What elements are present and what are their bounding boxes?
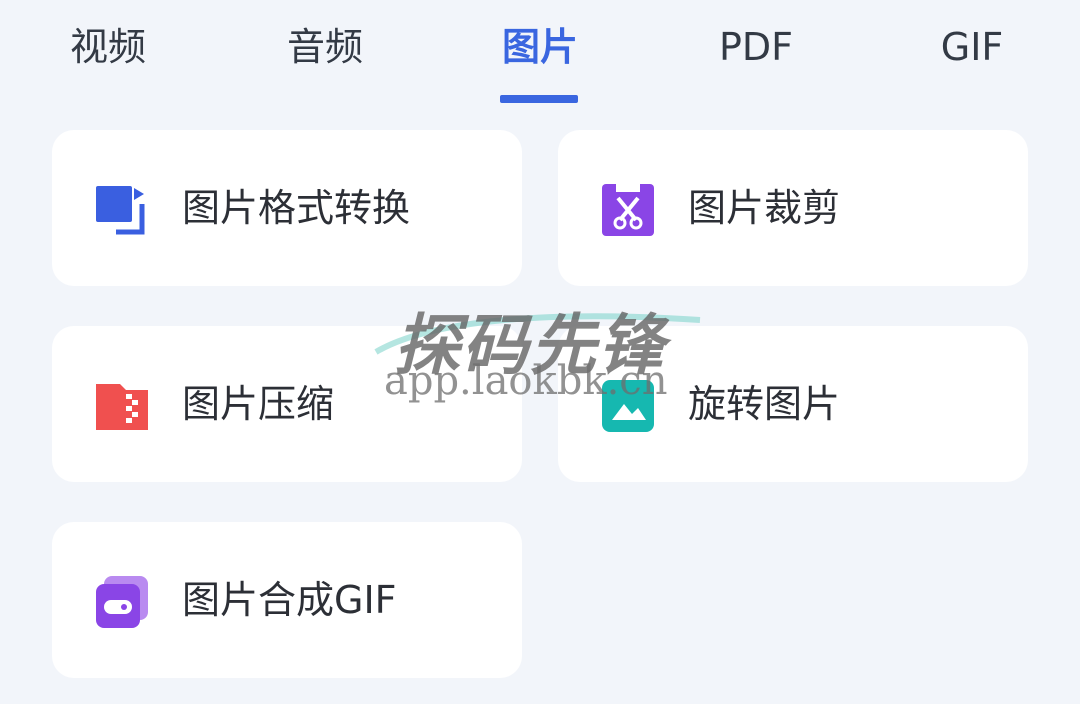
card-label: 图片裁剪: [688, 186, 841, 230]
image-format-convert-icon: [94, 182, 150, 238]
image-to-gif-card[interactable]: 图片合成GIF: [52, 522, 522, 678]
image-rotate-card[interactable]: 旋转图片: [558, 326, 1028, 482]
card-label: 图片格式转换: [182, 186, 411, 230]
image-compress-card[interactable]: 图片压缩: [52, 326, 522, 482]
card-label: 旋转图片: [688, 382, 841, 426]
active-tab-indicator: [500, 95, 578, 103]
tab-audio[interactable]: 音频: [287, 22, 363, 72]
card-label: 图片合成GIF: [182, 578, 397, 622]
image-compress-zip-icon: [94, 378, 150, 434]
image-format-convert-card[interactable]: 图片格式转换: [52, 130, 522, 286]
image-crop-card[interactable]: 图片裁剪: [558, 130, 1028, 286]
tab-pdf[interactable]: PDF: [719, 22, 793, 72]
media-type-tab-bar: 视频 音频 图片 PDF GIF: [0, 0, 1080, 110]
card-label: 图片压缩: [182, 382, 335, 426]
image-to-gif-icon: [94, 574, 150, 630]
image-crop-scissors-icon: [600, 182, 656, 238]
tab-video[interactable]: 视频: [70, 22, 146, 72]
tab-image[interactable]: 图片: [502, 22, 578, 72]
image-rotate-landscape-icon: [600, 378, 656, 434]
tab-gif[interactable]: GIF: [941, 22, 1004, 72]
